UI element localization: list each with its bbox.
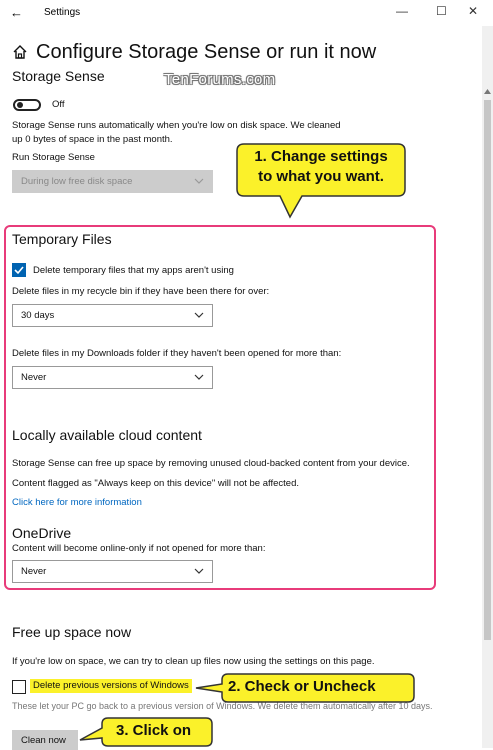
scrollbar-thumb[interactable] bbox=[484, 100, 491, 640]
delete-temp-files-checkbox[interactable] bbox=[12, 263, 26, 277]
recycle-bin-label: Delete files in my recycle bin if they h… bbox=[12, 286, 270, 297]
maximize-button[interactable]: ☐ bbox=[436, 4, 447, 18]
watermark: TenForums.com bbox=[164, 71, 276, 88]
downloads-label: Delete files in my Downloads folder if t… bbox=[12, 348, 342, 359]
cloud-description-2: Content flagged as "Always keep on this … bbox=[12, 478, 299, 489]
onedrive-dropdown[interactable]: Never bbox=[12, 560, 213, 583]
run-storage-sense-value: During low free disk space bbox=[21, 176, 133, 187]
chevron-down-icon bbox=[194, 568, 204, 574]
free-up-description: If you're low on space, we can try to cl… bbox=[12, 656, 375, 667]
callout-1: 1. Change settings to what you want. bbox=[236, 147, 406, 187]
run-storage-sense-label: Run Storage Sense bbox=[12, 152, 95, 163]
storage-sense-heading: Storage Sense bbox=[12, 68, 105, 84]
close-button[interactable]: ✕ bbox=[468, 4, 478, 18]
callout-1-line-2: to what you want. bbox=[258, 168, 384, 185]
run-storage-sense-dropdown[interactable]: During low free disk space bbox=[12, 170, 213, 193]
cloud-description-1: Storage Sense can free up space by remov… bbox=[12, 458, 410, 469]
toggle-state-label: Off bbox=[52, 99, 65, 110]
cloud-content-heading: Locally available cloud content bbox=[12, 427, 202, 443]
downloads-dropdown[interactable]: Never bbox=[12, 366, 213, 389]
chevron-down-icon bbox=[194, 374, 204, 380]
page-title: Configure Storage Sense or run it now bbox=[36, 41, 377, 63]
callout-1-line-1: 1. Change settings bbox=[254, 148, 388, 165]
free-up-space-heading: Free up space now bbox=[12, 624, 132, 640]
onedrive-heading: OneDrive bbox=[12, 525, 72, 541]
callout-3-text: 3. Click on bbox=[116, 722, 192, 739]
callout-2-text: 2. Check or Uncheck bbox=[228, 678, 376, 695]
delete-temp-files-label: Delete temporary files that my apps aren… bbox=[33, 265, 234, 276]
onedrive-label: Content will become online-only if not o… bbox=[12, 543, 266, 554]
more-info-link[interactable]: Click here for more information bbox=[12, 497, 142, 508]
clean-now-button[interactable]: Clean now bbox=[12, 730, 78, 750]
recycle-bin-dropdown[interactable]: 30 days bbox=[12, 304, 213, 327]
minimize-button[interactable]: — bbox=[396, 4, 408, 18]
onedrive-value: Never bbox=[21, 566, 47, 577]
recycle-bin-value: 30 days bbox=[21, 310, 55, 321]
clean-now-label: Clean now bbox=[21, 735, 66, 746]
back-arrow-icon[interactable]: ← bbox=[10, 5, 23, 20]
window-title: Settings bbox=[44, 7, 81, 18]
delete-previous-versions-label: Delete previous versions of Windows bbox=[30, 679, 192, 693]
home-icon[interactable] bbox=[12, 44, 28, 60]
chevron-down-icon bbox=[194, 312, 204, 318]
downloads-value: Never bbox=[21, 372, 47, 383]
toggle-knob bbox=[17, 102, 23, 108]
scroll-up-icon[interactable] bbox=[483, 88, 492, 95]
delete-previous-versions-checkbox[interactable] bbox=[12, 680, 26, 694]
checkmark-icon bbox=[14, 266, 24, 275]
chevron-down-icon bbox=[194, 178, 204, 184]
temporary-files-heading: Temporary Files bbox=[12, 231, 112, 247]
